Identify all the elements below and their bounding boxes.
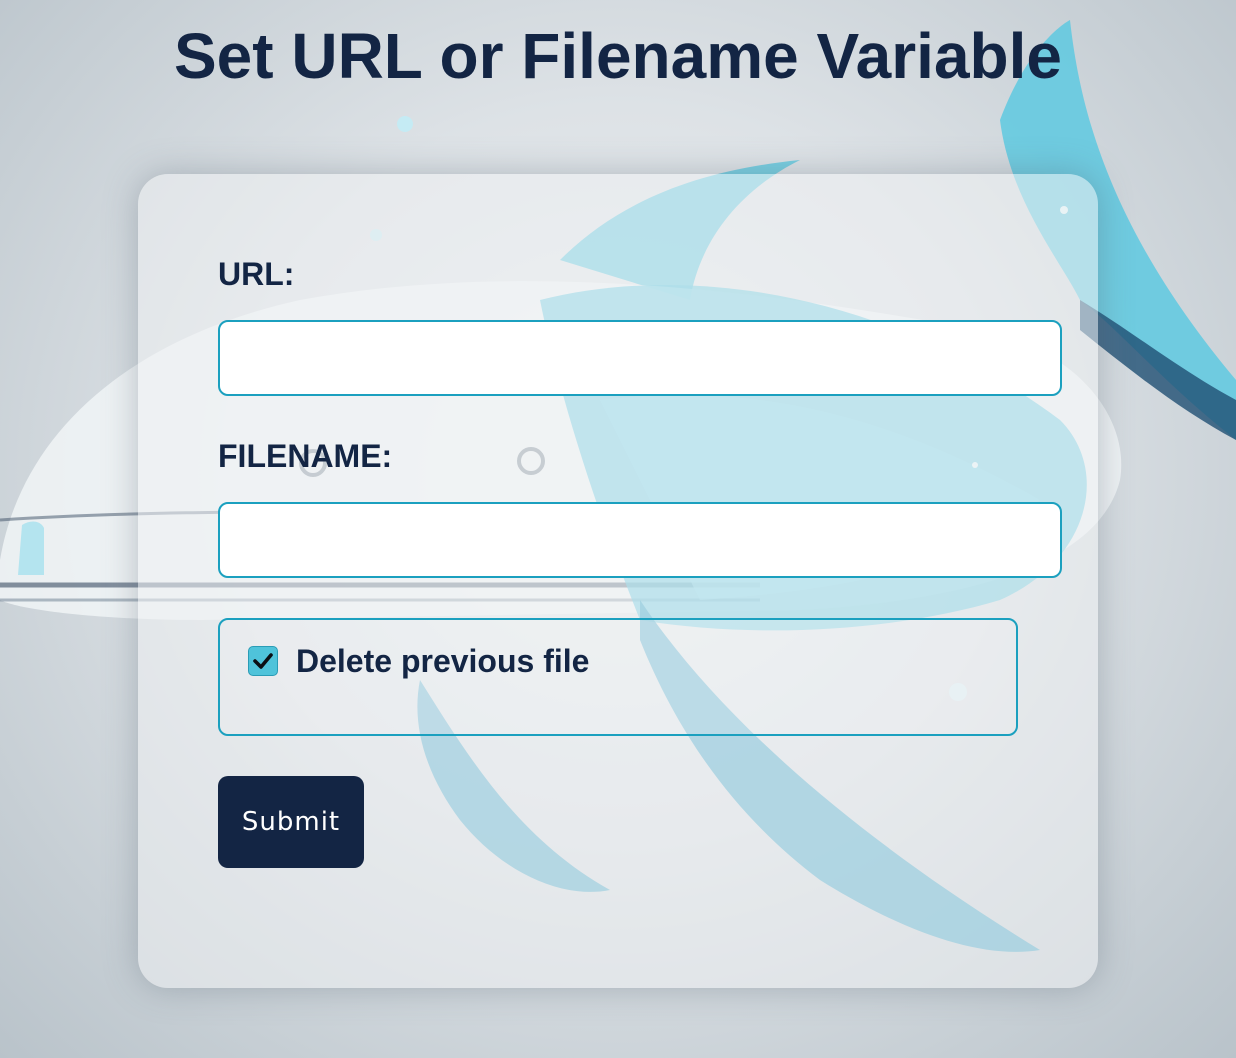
- url-label: URL:: [218, 256, 295, 292]
- delete-previous-file-checkbox[interactable]: [248, 646, 278, 676]
- page-title: Set URL or Filename Variable: [173, 20, 1063, 92]
- filename-label: FILENAME:: [218, 438, 393, 474]
- delete-previous-file-group: Delete previous file: [218, 618, 1018, 736]
- url-input[interactable]: [218, 320, 1062, 396]
- submit-button[interactable]: Submit: [218, 776, 364, 868]
- filename-input[interactable]: [218, 502, 1062, 578]
- checkmark-icon: [253, 653, 273, 669]
- delete-previous-file-label[interactable]: Delete previous file: [296, 641, 589, 681]
- url-filename-form: URL: FILENAME: Delete previous file Subm…: [138, 174, 1098, 988]
